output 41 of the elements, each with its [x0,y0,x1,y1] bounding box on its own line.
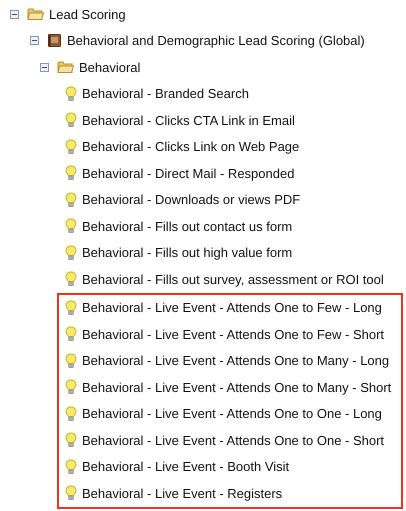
tree-item-label[interactable]: Lead Scoring [49,4,126,24]
lightbulb-icon [65,458,77,475]
tree-item-label[interactable]: Behavioral and Demographic Lead Scoring (Global) [67,31,365,50]
tree-item-label[interactable]: Behavioral - Live Event - Attends One to Many - Short [82,378,392,397]
tree-item-label[interactable]: Behavioral - Branded Search [82,84,249,104]
tree-item-label[interactable]: Behavioral [79,58,140,77]
tree-item-label[interactable]: Behavioral - Fills out contact us form [82,216,292,236]
tree-item-label[interactable]: Behavioral - Clicks CTA Link in Email [82,110,295,130]
tree-item-label[interactable]: Behavioral - Clicks Link on Web Page [82,137,300,156]
tree-item-label[interactable]: Behavioral - Live Event - Attends One to One - Long [82,404,382,424]
folder-icon [27,7,44,22]
tree-item-label[interactable]: Behavioral - Live Event - Registers [82,484,282,503]
lightbulb-icon [65,406,77,422]
tree-item-label[interactable]: Behavioral - Live Event - Booth Visit [82,457,290,476]
lightbulb-icon [65,138,77,155]
lightbulb-icon [65,379,77,396]
tree-item-label[interactable]: Behavioral - Live Event - Attends One to One - Short [82,430,384,450]
tree-item-label[interactable]: Behavioral - Direct Mail - Responded [82,164,294,183]
collapse-icon[interactable] [10,10,19,19]
folder-icon [57,60,74,74]
tree-item-label[interactable]: Behavioral - Fills out high value form [82,243,292,262]
tree-item-label[interactable]: Behavioral - Fills out survey, assessment or ROI tool [82,270,384,289]
tree-item-label[interactable]: Behavioral - Downloads or views PDF [82,190,300,210]
lightbulb-icon [65,165,77,182]
collapse-icon[interactable] [30,36,39,46]
lightbulb-icon [65,271,77,288]
book-icon [47,33,62,48]
tree-item-label[interactable]: Behavioral - Live Event - Attends One to Few - Short [82,324,384,344]
lightbulb-icon [65,485,77,502]
tree-item-label[interactable]: Behavioral - Live Event - Attends One to Few - Long [82,298,382,318]
lightbulb-icon [65,86,77,102]
lightbulb-icon [65,244,77,261]
lightbulb-icon [65,112,77,128]
collapse-icon[interactable] [40,62,49,72]
lightbulb-icon [65,300,77,316]
lightbulb-icon [65,192,77,208]
lightbulb-icon [65,326,77,342]
tree-item-label[interactable]: Behavioral - Live Event - Attends One to Many - Long [82,351,390,370]
lightbulb-icon [65,352,77,369]
lightbulb-icon [65,432,77,448]
lightbulb-icon [65,218,77,234]
